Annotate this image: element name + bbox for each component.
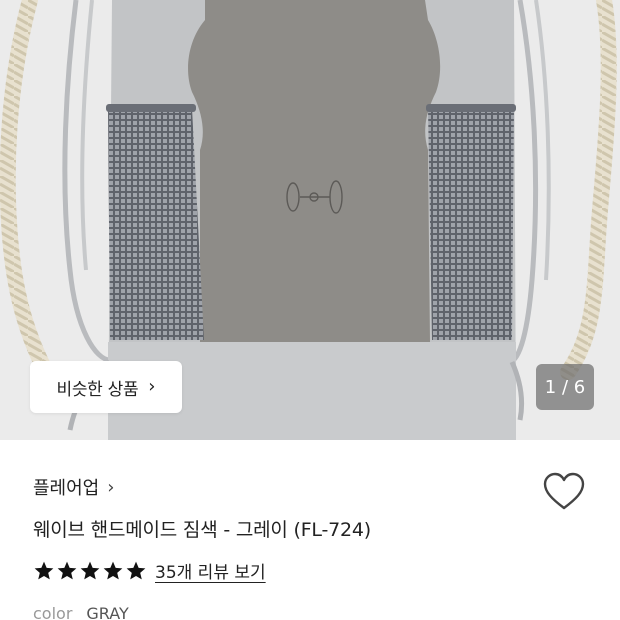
color-option-row: color GRAY — [33, 604, 129, 620]
product-title: 웨이브 핸드메이드 짐색 - 그레이 (FL-724) — [33, 519, 372, 541]
chevron-right-icon: › — [148, 376, 156, 397]
star-icon — [34, 561, 54, 579]
similar-products-button[interactable]: 비슷한 상품 › — [30, 361, 182, 413]
brand-link[interactable]: 플레어업 › — [33, 474, 114, 500]
rating-stars — [33, 560, 147, 582]
brand-name: 플레어업 — [33, 478, 100, 499]
star-icon — [103, 561, 123, 579]
star-icon — [80, 561, 100, 579]
star-icon — [57, 561, 77, 579]
heart-icon[interactable] — [542, 472, 586, 512]
product-image-gallery[interactable]: 비슷한 상품 › 1 / 6 — [0, 0, 620, 440]
rating-row: 35개 리뷰 보기 — [33, 558, 266, 583]
image-page-counter: 1 / 6 — [536, 364, 594, 410]
chevron-right-icon: › — [107, 476, 115, 498]
review-link[interactable]: 35개 리뷰 보기 — [155, 558, 266, 583]
color-label: color — [33, 604, 73, 620]
color-value: GRAY — [86, 604, 129, 620]
star-icon — [126, 561, 146, 579]
similar-products-label: 비슷한 상품 — [56, 379, 139, 400]
